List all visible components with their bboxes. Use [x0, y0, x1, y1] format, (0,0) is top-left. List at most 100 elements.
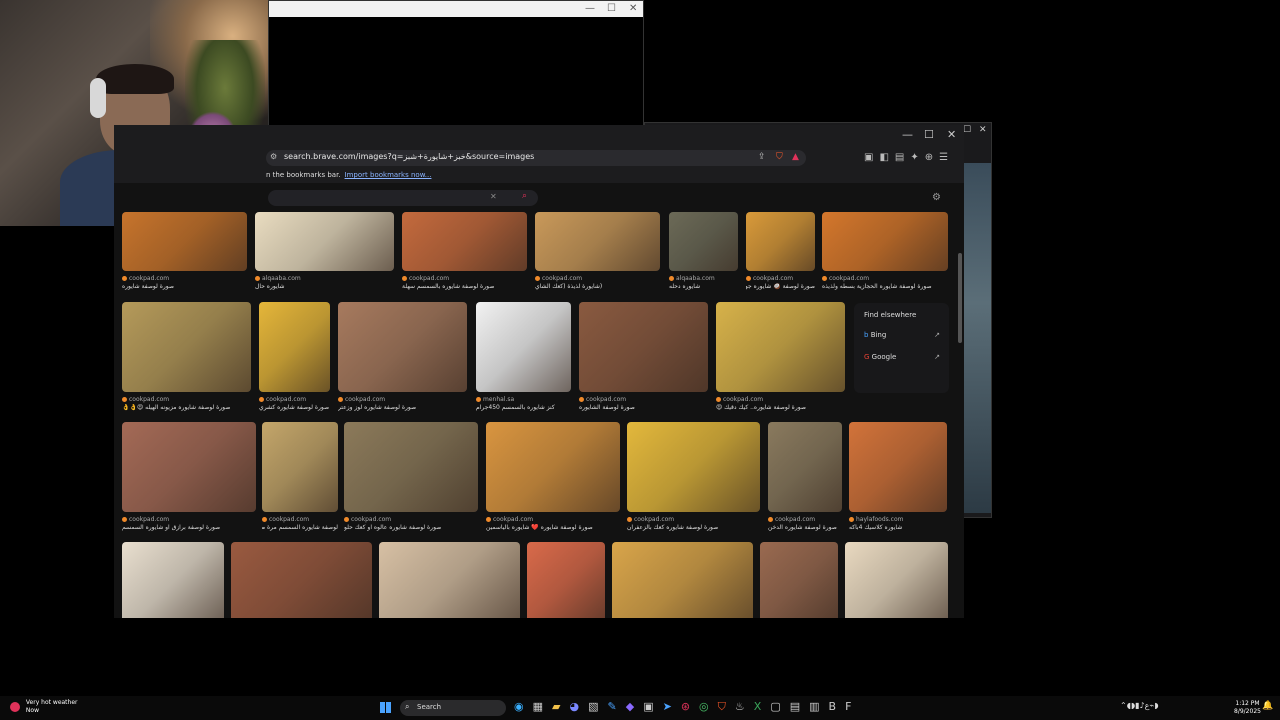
scrollbar[interactable] [958, 253, 962, 343]
share-icon[interactable]: ⇪ [758, 152, 766, 162]
app-icon[interactable]: ⊛ [681, 700, 699, 713]
image-thumbnail[interactable] [746, 212, 815, 271]
import-bookmarks-link[interactable]: Import bookmarks now... [345, 171, 432, 179]
app-icon[interactable]: ▤ [790, 700, 809, 713]
notification-icon[interactable]: 🔔 [1262, 701, 1273, 711]
chevron-up-icon[interactable]: ⌃ [1120, 701, 1127, 710]
image-source[interactable]: cookpad.com [822, 275, 869, 282]
image-caption[interactable]: صورة لوصفة شايوره بالسمسم سهلة [402, 283, 527, 290]
menu-icon[interactable]: ☰ [939, 152, 954, 163]
image-caption[interactable]: (شايورة لذيذة (كعك الشاي [535, 283, 660, 290]
excel-icon[interactable]: X [754, 700, 771, 713]
image-thumbnail[interactable] [122, 422, 256, 512]
clock[interactable]: 1:12 PM 8/9/2025 [1234, 700, 1261, 716]
image-thumbnail[interactable] [402, 212, 527, 271]
edge-icon[interactable]: ◉ [514, 700, 533, 713]
image-thumbnail[interactable] [612, 542, 753, 618]
image-caption[interactable]: شايوره دحله [669, 283, 738, 290]
image-thumbnail[interactable] [845, 542, 948, 618]
image-caption[interactable]: صورة لوصفة شايوره مزيونه الهيله 😍👌👌 [122, 404, 251, 411]
image-source[interactable]: cookpad.com [122, 396, 169, 403]
image-thumbnail[interactable] [344, 422, 478, 512]
image-source[interactable]: cookpad.com [122, 275, 169, 282]
image-thumbnail[interactable] [486, 422, 620, 512]
image-caption[interactable]: صورة لوصفة شايوره كعك بالزعفران [627, 524, 760, 531]
app-icon[interactable]: ▣ [643, 700, 662, 713]
telegram-icon[interactable]: ➤ [663, 700, 681, 713]
image-thumbnail[interactable] [476, 302, 571, 392]
app-icon[interactable]: ▧ [588, 700, 607, 713]
discord-icon[interactable]: ◕ [569, 700, 588, 713]
image-thumbnail[interactable] [122, 302, 251, 392]
brave-icon[interactable]: ⛉ [718, 700, 735, 713]
app-icon[interactable]: ▥ [809, 700, 828, 713]
image-source[interactable]: cookpad.com [627, 516, 674, 523]
app-icon[interactable]: ▢ [770, 700, 789, 713]
image-caption[interactable]: صورة لوصفة شايوره لوز وزعتر [338, 404, 467, 411]
image-thumbnail[interactable] [122, 212, 247, 271]
maximize-icon[interactable]: ☐ [963, 125, 971, 135]
image-caption[interactable]: صورة لوصفة الشايوره [579, 404, 708, 411]
image-source[interactable]: alqaaba.com [669, 275, 715, 282]
close-icon[interactable]: ✕ [947, 128, 956, 141]
image-thumbnail[interactable] [379, 542, 520, 618]
image-thumbnail[interactable] [579, 302, 708, 392]
image-caption[interactable]: صورة لوصفة شايوره عالوه او كعك حلو [344, 524, 478, 531]
search-icon[interactable]: ⌕ [522, 191, 527, 201]
image-source[interactable]: menhal.sa [476, 396, 514, 403]
close-icon[interactable]: ✕ [629, 1, 637, 17]
image-source[interactable]: cookpad.com [746, 275, 793, 282]
image-source[interactable]: haylafoods.com [849, 516, 903, 523]
file-explorer-icon[interactable]: ▰ [552, 700, 569, 713]
image-thumbnail[interactable] [822, 212, 948, 271]
image-caption[interactable]: صورة لوصفة برازق او شايوره السمسم [122, 524, 256, 531]
image-source[interactable]: cookpad.com [768, 516, 815, 523]
image-caption[interactable]: لوصفة شايوره السمسم مرة طرية [262, 524, 338, 531]
image-caption[interactable]: صورة لوصفة شايوره كشري [259, 404, 330, 411]
image-caption[interactable]: كنز شايوره بالسمسم 450جرام [476, 404, 571, 411]
clear-icon[interactable]: ✕ [490, 192, 497, 201]
image-source[interactable]: cookpad.com [579, 396, 626, 403]
terminal-icon[interactable]: ▦ [533, 700, 552, 713]
image-source[interactable]: cookpad.com [122, 516, 169, 523]
app-icon[interactable]: BF [829, 700, 861, 713]
close-icon[interactable]: ✕ [979, 125, 987, 135]
image-thumbnail[interactable] [669, 212, 738, 271]
app-icon[interactable]: ◆ [626, 700, 643, 713]
maximize-icon[interactable]: ☐ [607, 1, 616, 17]
find-elsewhere-google[interactable]: G Google ↗ [864, 353, 940, 361]
steam-icon[interactable]: ♨ [735, 700, 754, 713]
image-caption[interactable]: صورة لوصفة شايوره الحجازية بسطه ولذيذه [822, 283, 948, 290]
image-thumbnail[interactable] [627, 422, 760, 512]
image-source[interactable]: cookpad.com [259, 396, 306, 403]
image-thumbnail[interactable] [716, 302, 845, 392]
image-thumbnail[interactable] [760, 542, 838, 618]
image-thumbnail[interactable] [255, 212, 394, 271]
image-caption[interactable]: صورة لوصفة شايوره.. كيك دقيك 😍 [716, 404, 845, 411]
weather-widget[interactable]: Very hot weather Now [10, 699, 78, 715]
image-thumbnail[interactable] [231, 542, 372, 618]
media-icon[interactable]: ▣ [864, 152, 879, 163]
minimize-icon[interactable]: — [902, 128, 913, 141]
vpn-icon[interactable]: ⊕ [925, 152, 939, 163]
search-input[interactable]: ✕ ⌕ [268, 190, 538, 206]
chrome-icon[interactable]: ◎ [699, 700, 718, 713]
image-source[interactable]: cookpad.com [486, 516, 533, 523]
image-thumbnail[interactable] [338, 302, 467, 392]
image-source[interactable]: cookpad.com [262, 516, 309, 523]
image-thumbnail[interactable] [768, 422, 842, 512]
image-thumbnail[interactable] [849, 422, 947, 512]
image-source[interactable]: cookpad.com [338, 396, 385, 403]
brave-shields-icon[interactable]: ⛉ [776, 152, 783, 162]
image-thumbnail[interactable] [122, 542, 224, 618]
maximize-icon[interactable]: ☐ [924, 128, 934, 141]
find-elsewhere-bing[interactable]: b Bing ↗ [864, 331, 940, 339]
image-source[interactable]: alqaaba.com [255, 275, 301, 282]
image-thumbnail[interactable] [262, 422, 338, 512]
image-caption[interactable]: صورة لوصفة 🥥 شايوره جوز الهند [746, 283, 815, 290]
image-thumbnail[interactable] [535, 212, 660, 271]
windows-start-icon[interactable] [380, 702, 391, 713]
volume-icon[interactable]: ◗ [1154, 701, 1158, 710]
image-caption[interactable]: صورة لوصفة شايوره [122, 283, 247, 290]
image-source[interactable]: cookpad.com [344, 516, 391, 523]
